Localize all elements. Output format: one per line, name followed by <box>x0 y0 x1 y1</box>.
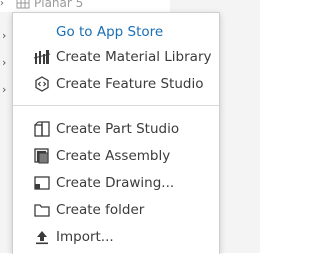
background-tree-row[interactable]: › Planar 5 <box>0 0 83 12</box>
menu-item-label: Create Part Studio <box>56 120 180 137</box>
folder-icon <box>32 200 52 220</box>
background-row-label: Planar 5 <box>34 0 84 10</box>
create-drawing-item[interactable]: Create Drawing... <box>13 169 219 196</box>
menu-item-label: Create folder <box>56 201 145 218</box>
import-item[interactable]: Import... <box>13 223 219 250</box>
drawing-icon <box>32 173 52 193</box>
feature-studio-icon <box>32 74 52 94</box>
create-feature-studio-item[interactable]: Create Feature Studio <box>13 70 219 97</box>
tree-chevrons: › › › <box>2 22 6 103</box>
menu-item-label: Create Assembly <box>56 147 171 164</box>
chevron-right-icon[interactable]: › <box>0 0 10 9</box>
app-store-label: Go to App Store <box>56 23 164 40</box>
chevron-right-icon[interactable]: › <box>2 22 6 49</box>
create-material-library-item[interactable]: Create Material Library <box>13 43 219 70</box>
menu-item-label: Create Feature Studio <box>56 75 204 92</box>
create-assembly-item[interactable]: Create Assembly <box>13 142 219 169</box>
chevron-right-icon[interactable]: › <box>2 49 6 76</box>
menu-separator <box>13 105 219 106</box>
menu-item-label: Import... <box>56 228 114 245</box>
menu-item-label: Create Drawing... <box>56 174 175 191</box>
part-studio-grid-icon <box>16 0 30 9</box>
import-icon <box>32 227 52 247</box>
create-folder-item[interactable]: Create folder <box>13 196 219 223</box>
context-menu: Go to App Store Create Material Library … <box>12 12 220 254</box>
create-part-studio-item[interactable]: Create Part Studio <box>13 115 219 142</box>
go-to-app-store-link[interactable]: Go to App Store <box>13 18 262 45</box>
chevron-right-icon[interactable]: › <box>2 76 6 103</box>
assembly-icon <box>32 146 52 166</box>
part-studio-icon <box>32 119 52 139</box>
menu-item-label: Create Material Library <box>56 48 212 65</box>
material-library-icon <box>32 47 52 67</box>
